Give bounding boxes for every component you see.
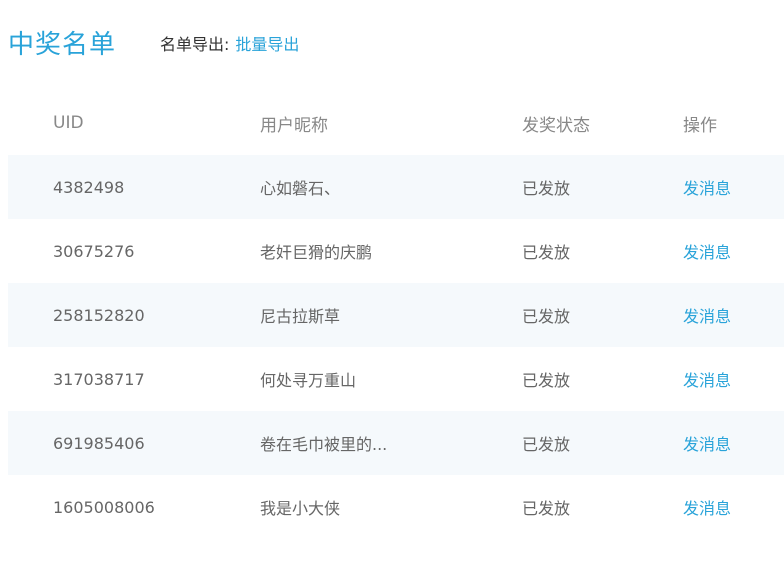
cell-nickname: 心如磐石、 [260,179,341,198]
cell-uid: 1605008006 [53,497,155,517]
cell-status: 已发放 [522,179,571,198]
table-row: 258152820 尼古拉斯草 已发放 发消息 [8,283,784,347]
export-label: 名单导出: [160,35,230,54]
column-header-status: 发奖状态 [522,115,590,136]
send-message-link[interactable]: 发消息 [683,495,731,519]
table-row: 317038717 何处寻万重山 已发放 发消息 [8,347,784,411]
cell-status: 已发放 [522,307,571,326]
send-message-link[interactable]: 发消息 [683,303,731,327]
send-message-link[interactable]: 发消息 [683,431,731,455]
send-message-link[interactable]: 发消息 [683,239,731,263]
cell-nickname: 老奸巨猾的庆鹏 [260,243,373,262]
cell-nickname: 我是小大侠 [260,499,341,518]
cell-uid: 258152820 [53,305,145,325]
column-header-action: 操作 [683,115,717,136]
cell-uid: 30675276 [53,241,135,261]
cell-uid: 4382498 [53,177,125,197]
send-message-link[interactable]: 发消息 [683,175,731,199]
cell-status: 已发放 [522,243,571,262]
cell-status: 已发放 [522,371,571,390]
column-header-nickname: 用户昵称 [260,115,328,136]
cell-nickname: 尼古拉斯草 [260,307,341,326]
column-header-uid: UID [53,113,84,133]
cell-nickname: 何处寻万重山 [260,371,357,390]
table-row: 1605008006 我是小大侠 已发放 发消息 [8,475,784,539]
winners-table: UID 用户昵称 发奖状态 操作 4382498 心如磐石、 已发放 发消息 3… [8,91,784,539]
cell-uid: 691985406 [53,433,145,453]
page-title: 中奖名单 [8,29,117,60]
cell-status: 已发放 [522,499,571,518]
export-section: 名单导出: 批量导出 [160,31,299,55]
send-message-link[interactable]: 发消息 [683,367,731,391]
cell-status: 已发放 [522,435,571,454]
table-row: 4382498 心如磐石、 已发放 发消息 [8,155,784,219]
page-header: 中奖名单 名单导出: 批量导出 [8,24,299,60]
cell-uid: 317038717 [53,369,145,389]
cell-nickname: 卷在毛巾被里的... [260,435,388,454]
table-row: 30675276 老奸巨猾的庆鹏 已发放 发消息 [8,219,784,283]
table-header-row: UID 用户昵称 发奖状态 操作 [8,91,784,155]
table-row: 691985406 卷在毛巾被里的... 已发放 发消息 [8,411,784,475]
batch-export-link[interactable]: 批量导出 [235,31,299,55]
